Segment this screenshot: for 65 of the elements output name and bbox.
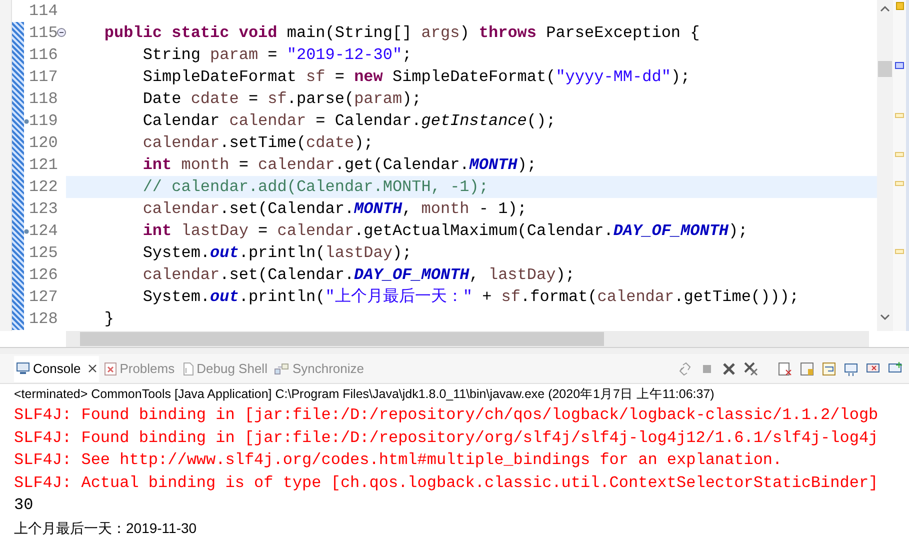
document-icon <box>182 362 194 376</box>
scrollbar-thumb[interactable] <box>80 332 604 346</box>
chevron-up-icon[interactable] <box>880 5 890 13</box>
process-label: <terminated> CommonTools [Java Application] C:\Program Files\Java\jdk1.8.0_11\bin\javaw.exe (2020年1月7日 上午11:06:37) <box>13 386 716 403</box>
line-number: 124 <box>29 222 58 240</box>
console-tab[interactable]: Console <box>14 356 99 382</box>
console-output-line: 30 <box>14 495 34 516</box>
clear-icon[interactable] <box>777 360 793 376</box>
scroll-lock-icon[interactable] <box>799 360 815 376</box>
collapse-icon[interactable] <box>57 28 66 37</box>
link-icon[interactable] <box>677 360 693 376</box>
occurrence-marker[interactable] <box>895 152 904 157</box>
console-output-line: SLF4J: See http://www.slf4j.org/codes.html#multiple_bindings for an explanation. <box>14 450 784 471</box>
line-number: 118 <box>29 90 58 108</box>
line-number: 119 <box>29 112 58 130</box>
line-number: 122 <box>29 178 58 196</box>
console-tab[interactable]: Problems <box>102 356 177 382</box>
line-number: 120 <box>29 134 58 152</box>
code-line: System.out.println("上个月最后一天：" + sf.format(calendar.getTime())); <box>142 286 800 308</box>
console-output-line: SLF4J: Found binding in [jar:file:/D:/repository/ch/qos/logback/logback-classic/1.1.2/logb <box>14 405 880 426</box>
console-tab[interactable]: Debug Shell <box>180 356 270 382</box>
close-icon[interactable] <box>88 364 97 373</box>
console-tab[interactable]: Synchronize <box>272 356 366 382</box>
occurrence-marker[interactable] <box>895 249 904 254</box>
close-all-icon[interactable] <box>743 360 759 376</box>
line-number: 116 <box>29 46 58 64</box>
line-number: 123 <box>29 200 58 218</box>
code-line: int month = calendar.get(Calendar.MONTH); <box>142 155 538 176</box>
line-number: 121 <box>29 156 58 174</box>
override-marker-icon <box>24 229 29 234</box>
line-number: 125 <box>29 244 58 262</box>
override-marker-icon <box>24 119 29 124</box>
problems-icon <box>104 362 117 376</box>
line-number: 117 <box>29 68 58 86</box>
console-output-line: 上个月最后一天：2019-11-30 <box>14 518 198 538</box>
sync-icon <box>274 362 290 376</box>
code-line: calendar.set(Calendar.DAY_OF_MONTH, lastDay); <box>142 265 576 286</box>
code-line: int lastDay = calendar.getActualMaximum(Calendar.DAY_OF_MONTH); <box>142 221 749 242</box>
code-line: } <box>103 309 116 330</box>
line-number: 114 <box>29 2 58 20</box>
line-number: 126 <box>29 266 58 284</box>
code-line: SimpleDateFormat sf = new SimpleDateFormat("yyyy-MM-dd"); <box>142 67 692 88</box>
word-wrap-icon[interactable] <box>821 360 837 376</box>
scrollbar-thumb[interactable] <box>878 61 892 77</box>
close-icon[interactable] <box>721 360 737 376</box>
code-line: calendar.set(Calendar.MONTH, month - 1); <box>142 199 528 220</box>
selection-marker[interactable] <box>895 62 904 69</box>
code-line: Date cdate = sf.parse(param); <box>142 89 422 110</box>
console-output-line: SLF4J: Actual binding is of type [ch.qos.logback.classic.util.ContextSelectorStaticBinder] <box>14 472 880 494</box>
line-number: 115 <box>29 24 58 42</box>
line-number: 127 <box>29 288 58 306</box>
code-line: String param = "2019-12-30"; <box>142 45 413 66</box>
chevron-down-icon[interactable] <box>880 313 890 322</box>
warning-marker[interactable] <box>896 2 904 10</box>
console-output-line: SLF4J: Found binding in [jar:file:/D:/repository/org/slf4j/slf4j-log4j12/1.6.1/slf4j-log4j <box>14 428 880 448</box>
code-line: public static void main(String[] args) throws ParseException { <box>103 23 701 44</box>
monitor-icon <box>16 362 30 375</box>
code-line: calendar.setTime(cdate); <box>142 133 374 154</box>
vertical-scrollbar[interactable] <box>877 0 893 332</box>
code-line: System.out.println(lastDay); <box>142 243 413 264</box>
occurrence-marker[interactable] <box>895 113 904 118</box>
occurrence-marker[interactable] <box>895 181 904 186</box>
horizontal-scrollbar[interactable] <box>66 331 869 347</box>
line-number: 128 <box>29 310 58 328</box>
code-line: Calendar calendar = Calendar.getInstance(); <box>142 111 557 132</box>
